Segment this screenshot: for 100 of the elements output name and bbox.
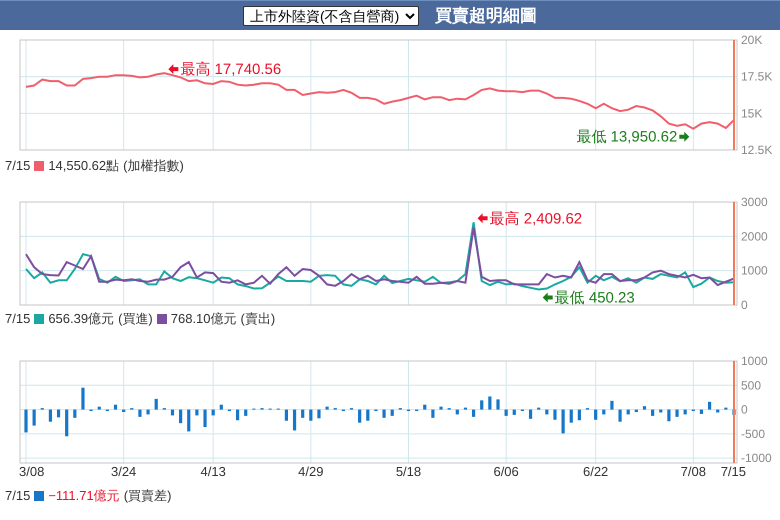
annotation-label: 最低 450.23 bbox=[554, 290, 635, 307]
bar bbox=[594, 410, 598, 420]
bar bbox=[301, 410, 304, 418]
legend-value: 14,550.62點 bbox=[48, 157, 120, 175]
bar bbox=[480, 400, 484, 410]
bar bbox=[618, 410, 622, 422]
legend-date: 7/15 bbox=[5, 157, 30, 175]
arrow-icon bbox=[168, 64, 178, 74]
bar bbox=[667, 410, 670, 422]
axis-label: 500 bbox=[741, 378, 762, 392]
legend-value: −111.71億元 bbox=[48, 487, 120, 505]
bar bbox=[154, 398, 158, 410]
axis-label: 7/15 bbox=[720, 464, 746, 479]
bar bbox=[390, 410, 394, 416]
bar bbox=[651, 410, 654, 416]
bar bbox=[504, 410, 508, 416]
axis-label: 5/18 bbox=[396, 464, 422, 479]
annotation-label: 最高 17,740.56 bbox=[180, 61, 282, 78]
axis-label: 3/24 bbox=[111, 464, 136, 479]
axis-label: 15K bbox=[741, 106, 762, 120]
bar bbox=[700, 410, 704, 414]
legend-label: (賣出) bbox=[240, 310, 276, 328]
bar bbox=[439, 406, 443, 410]
axis-label: 2000 bbox=[741, 229, 768, 244]
axis-label: 1000 bbox=[741, 264, 768, 278]
bar bbox=[537, 408, 540, 410]
legend-label: (加權指數) bbox=[123, 157, 184, 175]
bar bbox=[570, 410, 573, 423]
bar bbox=[292, 410, 296, 430]
bar bbox=[472, 410, 476, 417]
legend-date: 7/15 bbox=[5, 310, 30, 328]
axis-label: -500 bbox=[741, 426, 766, 441]
bar bbox=[212, 410, 215, 416]
axis-label: 7/08 bbox=[680, 464, 706, 479]
market-select[interactable]: 上市外陸資(不含自營商) bbox=[243, 6, 419, 26]
legend-value: 656.39億元 bbox=[48, 310, 114, 328]
bar bbox=[236, 410, 240, 420]
bar bbox=[24, 410, 28, 432]
bar bbox=[642, 406, 646, 410]
bar bbox=[675, 410, 679, 417]
bar bbox=[309, 410, 312, 421]
bar bbox=[431, 410, 434, 418]
bar bbox=[203, 410, 207, 428]
bar bbox=[732, 410, 736, 415]
bar bbox=[724, 408, 728, 410]
legend-label: (買賣差) bbox=[124, 487, 172, 505]
axis-label: 0 bbox=[741, 298, 748, 310]
axis-label: 6/06 bbox=[493, 464, 519, 479]
bar bbox=[708, 402, 712, 410]
bar bbox=[456, 410, 459, 414]
bar bbox=[32, 410, 36, 426]
bar bbox=[179, 410, 182, 424]
bar bbox=[65, 410, 68, 436]
bar bbox=[659, 410, 662, 412]
bar bbox=[73, 410, 76, 418]
legend-date: 7/15 bbox=[5, 487, 30, 505]
axis-label: 17.5K bbox=[741, 70, 772, 84]
axis-label: 20K bbox=[741, 33, 762, 47]
bar bbox=[358, 410, 362, 423]
bar bbox=[464, 408, 468, 410]
bar bbox=[195, 410, 198, 416]
bar bbox=[716, 410, 720, 412]
bar bbox=[382, 410, 386, 418]
annotation-label: 最低 13,950.62 bbox=[576, 128, 678, 146]
chart-title: 買賣超明細圖 bbox=[435, 4, 537, 27]
annotation-label: 最高 2,409.62 bbox=[490, 210, 582, 228]
bar bbox=[138, 410, 142, 417]
bar bbox=[170, 410, 174, 416]
axis-label: 0 bbox=[741, 402, 748, 417]
bar bbox=[284, 410, 288, 421]
bar bbox=[496, 399, 500, 410]
legend-value: 768.10億元 bbox=[170, 310, 237, 328]
axis-label: -1000 bbox=[741, 451, 772, 466]
bar bbox=[146, 410, 150, 414]
bar bbox=[114, 404, 118, 410]
bar bbox=[220, 404, 223, 410]
axis-label: 6/22 bbox=[583, 464, 608, 479]
axis-label: 4/29 bbox=[298, 464, 324, 479]
bar bbox=[244, 410, 248, 416]
bar bbox=[48, 410, 52, 422]
bar bbox=[98, 406, 101, 410]
bar bbox=[512, 410, 516, 415]
bar bbox=[528, 410, 532, 419]
bar bbox=[553, 410, 557, 420]
bar bbox=[423, 404, 426, 410]
axis-label: 3000 bbox=[741, 195, 768, 209]
bar bbox=[122, 410, 126, 412]
bar bbox=[56, 410, 60, 418]
arrow-icon bbox=[679, 132, 690, 142]
arrow-icon bbox=[542, 292, 553, 303]
bar bbox=[602, 410, 606, 414]
legend-label: (買進) bbox=[118, 310, 153, 328]
arrow-icon bbox=[478, 213, 488, 224]
bar bbox=[488, 396, 492, 410]
bar bbox=[610, 400, 614, 410]
bar bbox=[626, 410, 630, 414]
bar bbox=[634, 410, 638, 412]
axis-label: 1000 bbox=[741, 354, 768, 368]
bar bbox=[326, 406, 329, 410]
bar bbox=[187, 410, 190, 432]
